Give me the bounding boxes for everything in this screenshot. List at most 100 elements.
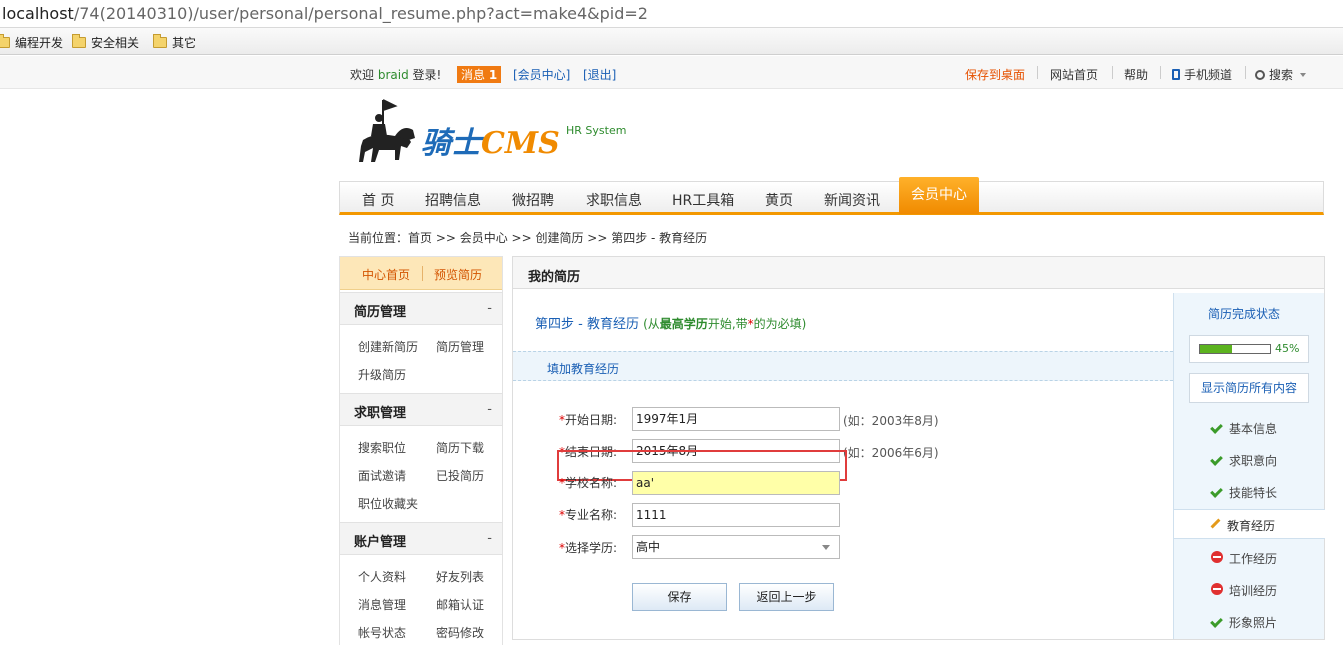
folder-icon bbox=[153, 34, 167, 48]
sidebar-item[interactable]: 职位收藏夹 bbox=[358, 495, 418, 512]
search-icon bbox=[1255, 70, 1265, 80]
nav-jobs[interactable]: 招聘信息 bbox=[425, 190, 481, 210]
sidebar-item[interactable]: 创建新简历 bbox=[358, 338, 418, 355]
address-bar[interactable]: localhost/74(20140310)/user/personal/per… bbox=[0, 0, 1343, 28]
sidebar-header: 中心首页 预览简历 bbox=[340, 257, 502, 290]
logout-link[interactable]: [退出] bbox=[583, 66, 616, 83]
mobile-channel-link[interactable]: 手机频道 bbox=[1172, 66, 1232, 83]
sidebar-item[interactable]: 个人资料 bbox=[358, 568, 406, 585]
username[interactable]: braid bbox=[378, 68, 409, 82]
chevron-down-icon bbox=[1299, 73, 1306, 77]
sidebar-item[interactable]: 面试邀请 bbox=[358, 467, 406, 484]
completion-title: 简历完成状态 bbox=[1207, 307, 1280, 321]
step-job-intention[interactable]: 求职意向 bbox=[1174, 445, 1325, 475]
start-date-hint: (如：2003年8月) bbox=[843, 414, 939, 428]
sidebar-item[interactable]: 简历管理 bbox=[436, 338, 484, 355]
member-center-link[interactable]: [会员中心] bbox=[513, 66, 570, 83]
sidebar-preview-resume[interactable]: 预览简历 bbox=[434, 266, 482, 283]
check-icon bbox=[1211, 453, 1223, 465]
progress-percent: 45% bbox=[1275, 342, 1300, 355]
bookmark-folder[interactable]: 编程开发 bbox=[0, 34, 63, 50]
school-name-input[interactable]: aa' bbox=[632, 471, 840, 495]
sidebar-item[interactable]: 升级简历 bbox=[358, 366, 406, 383]
check-icon bbox=[1211, 485, 1223, 497]
sidebar-item[interactable]: 密码修改 bbox=[436, 624, 484, 641]
major-name-input[interactable]: 1111 bbox=[632, 503, 840, 527]
help-link[interactable]: 帮助 bbox=[1124, 66, 1148, 83]
divider bbox=[1112, 66, 1113, 79]
divider bbox=[1037, 66, 1038, 79]
major-name-label: *专业名称: bbox=[559, 508, 618, 522]
minus-circle-icon bbox=[1211, 551, 1223, 563]
collapse-icon[interactable]: - bbox=[487, 301, 492, 316]
step-basic-info[interactable]: 基本信息 bbox=[1174, 413, 1325, 443]
nav-micro-jobs[interactable]: 微招聘 bbox=[512, 190, 554, 210]
nav-hr-tools[interactable]: HR工具箱 bbox=[672, 190, 734, 210]
divider bbox=[1160, 66, 1161, 79]
breadcrumb: 当前位置：首页 >> 会员中心 >> 创建简历 >> 第四步 - 教育经历 bbox=[348, 231, 708, 245]
step-training[interactable]: 培训经历 bbox=[1174, 575, 1325, 605]
collapse-icon[interactable]: - bbox=[487, 531, 492, 546]
progress-fill bbox=[1200, 345, 1232, 353]
start-date-input[interactable]: 1997年1月 bbox=[632, 407, 840, 431]
nav-member-center[interactable]: 会员中心 bbox=[899, 177, 979, 214]
folder-icon bbox=[0, 34, 10, 48]
check-icon bbox=[1211, 615, 1223, 627]
education-form: 第四步 - 教育经历 (从最高学历开始,带*的为必填) 填加教育经历 *开始日期… bbox=[513, 293, 1173, 639]
folder-icon bbox=[72, 34, 86, 48]
search-link[interactable]: 搜索 bbox=[1255, 66, 1306, 83]
logo-tagline: HR System bbox=[566, 124, 627, 137]
url-text[interactable]: localhost/74(20140310)/user/personal/per… bbox=[2, 4, 648, 23]
progress-bar bbox=[1199, 344, 1271, 354]
start-date-label: *开始日期: bbox=[559, 413, 618, 427]
degree-label: *选择学历: bbox=[559, 541, 618, 555]
sidebar-item[interactable]: 已投简历 bbox=[436, 467, 484, 484]
sidebar-item[interactable]: 消息管理 bbox=[358, 596, 406, 613]
knight-logo-icon bbox=[359, 99, 415, 162]
panel-header: 我的简历 bbox=[513, 257, 1324, 289]
message-badge[interactable]: 消息 1 bbox=[457, 66, 502, 83]
welcome-text: 欢迎 braid 登录! bbox=[350, 68, 442, 82]
phone-icon bbox=[1172, 69, 1180, 80]
sidebar-item[interactable]: 帐号状态 bbox=[358, 624, 406, 641]
save-button[interactable]: 保存 bbox=[632, 583, 727, 611]
sidebar-item[interactable]: 简历下载 bbox=[436, 439, 484, 456]
collapse-icon[interactable]: - bbox=[487, 402, 492, 417]
bookmark-folder[interactable]: 其它 bbox=[153, 34, 196, 50]
nav-news[interactable]: 新闻资讯 bbox=[824, 190, 880, 210]
chevron-down-icon bbox=[822, 545, 830, 550]
sidebar-item[interactable]: 搜索职位 bbox=[358, 439, 406, 456]
panel-title: 我的简历 bbox=[528, 270, 581, 285]
sidebar-section-job-search[interactable]: 求职管理 - bbox=[340, 393, 502, 426]
step-skills[interactable]: 技能特长 bbox=[1174, 477, 1325, 507]
pencil-icon bbox=[1210, 518, 1222, 530]
step-work-experience[interactable]: 工作经历 bbox=[1174, 543, 1325, 573]
sidebar-item[interactable]: 邮箱认证 bbox=[436, 596, 484, 613]
nav-home[interactable]: 首 页 bbox=[362, 190, 394, 210]
back-button[interactable]: 返回上一步 bbox=[739, 583, 834, 611]
degree-select[interactable]: 高中 bbox=[632, 535, 840, 559]
site-home-link[interactable]: 网站首页 bbox=[1050, 66, 1098, 83]
add-education-label: 填加教育经历 bbox=[547, 362, 620, 376]
site-logo[interactable]: 骑士CMS HR System bbox=[355, 96, 655, 171]
nav-yellow-pages[interactable]: 黄页 bbox=[765, 190, 793, 210]
progress-box: 45% bbox=[1189, 335, 1309, 363]
bookmark-folder[interactable]: 安全相关 bbox=[72, 34, 139, 50]
step-education[interactable]: 教育经历 bbox=[1174, 509, 1325, 539]
step-note: (从最高学历开始,带*的为必填) bbox=[643, 317, 807, 331]
divider bbox=[422, 266, 423, 281]
sidebar-item[interactable]: 好友列表 bbox=[436, 568, 484, 585]
minus-circle-icon bbox=[1211, 583, 1223, 595]
sidebar-center-home[interactable]: 中心首页 bbox=[362, 266, 410, 283]
show-all-button[interactable]: 显示简历所有内容 bbox=[1189, 373, 1309, 403]
main-nav: 首 页 招聘信息 微招聘 求职信息 HR工具箱 黄页 新闻资讯 会员中心 bbox=[339, 177, 1324, 215]
top-utility-bar: 欢迎 braid 登录! 消息 1 [会员中心] [退出] 保存到桌面 网站首页… bbox=[0, 56, 1343, 89]
nav-job-seekers[interactable]: 求职信息 bbox=[586, 190, 642, 210]
step-photo[interactable]: 形象照片 bbox=[1174, 607, 1325, 637]
end-date-hint: (如：2006年6月) bbox=[843, 446, 939, 460]
sidebar-section-account[interactable]: 账户管理 - bbox=[340, 522, 502, 555]
save-to-desktop-link[interactable]: 保存到桌面 bbox=[965, 66, 1025, 83]
member-sidebar: 中心首页 预览简历 简历管理 - 创建新简历 简历管理 升级简历 求职管理 - 搜索… bbox=[339, 256, 503, 645]
web-page: 欢迎 braid 登录! 消息 1 [会员中心] [退出] 保存到桌面 网站首页… bbox=[0, 56, 1343, 645]
sidebar-section-resume[interactable]: 简历管理 - bbox=[340, 292, 502, 325]
